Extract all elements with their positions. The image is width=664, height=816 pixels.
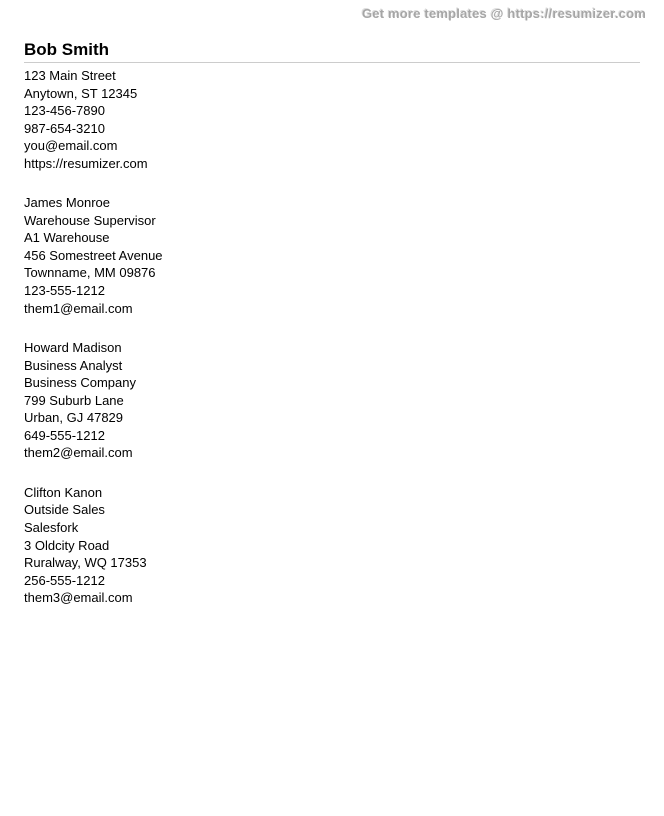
reference-title: Business Analyst: [24, 357, 640, 375]
person-contact-block: 123 Main Street Anytown, ST 12345 123-45…: [24, 67, 640, 172]
reference-phone: 256-555-1212: [24, 572, 640, 590]
person-phone1: 123-456-7890: [24, 102, 640, 120]
reference-block: James Monroe Warehouse Supervisor A1 War…: [24, 194, 640, 317]
reference-block: Howard Madison Business Analyst Business…: [24, 339, 640, 462]
reference-address1: 3 Oldcity Road: [24, 537, 640, 555]
reference-email: them1@email.com: [24, 300, 640, 318]
person-email: you@email.com: [24, 137, 640, 155]
reference-address2: Urban, GJ 47829: [24, 409, 640, 427]
divider: [24, 62, 640, 63]
reference-address2: Townname, MM 09876: [24, 264, 640, 282]
reference-phone: 123-555-1212: [24, 282, 640, 300]
watermark-text: Get more templates @ https://resumizer.c…: [362, 6, 646, 21]
person-address-line2: Anytown, ST 12345: [24, 85, 640, 103]
document-content: Bob Smith 123 Main Street Anytown, ST 12…: [0, 0, 664, 607]
reference-email: them3@email.com: [24, 589, 640, 607]
reference-company: Business Company: [24, 374, 640, 392]
reference-name: Howard Madison: [24, 339, 640, 357]
reference-address1: 799 Suburb Lane: [24, 392, 640, 410]
reference-title: Outside Sales: [24, 501, 640, 519]
reference-name: Clifton Kanon: [24, 484, 640, 502]
reference-company: Salesfork: [24, 519, 640, 537]
person-address-line1: 123 Main Street: [24, 67, 640, 85]
person-url: https://resumizer.com: [24, 155, 640, 173]
person-phone2: 987-654-3210: [24, 120, 640, 138]
reference-email: them2@email.com: [24, 444, 640, 462]
person-name: Bob Smith: [24, 40, 640, 60]
reference-block: Clifton Kanon Outside Sales Salesfork 3 …: [24, 484, 640, 607]
reference-company: A1 Warehouse: [24, 229, 640, 247]
reference-title: Warehouse Supervisor: [24, 212, 640, 230]
reference-address2: Ruralway, WQ 17353: [24, 554, 640, 572]
reference-phone: 649-555-1212: [24, 427, 640, 445]
reference-address1: 456 Somestreet Avenue: [24, 247, 640, 265]
reference-name: James Monroe: [24, 194, 640, 212]
